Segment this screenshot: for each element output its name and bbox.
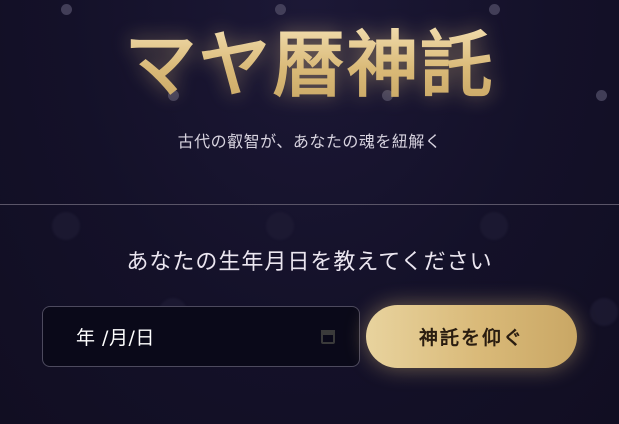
birthdate-input[interactable]: 年 /月/日 xyxy=(42,306,360,367)
star-dot xyxy=(266,212,294,240)
page-title: マヤ暦神託 xyxy=(0,22,619,108)
birthdate-prompt: あなたの生年月日を教えてください xyxy=(126,250,493,275)
star-dot xyxy=(52,212,80,240)
page-subtitle: 古代の叡智が、あなたの魂を紐解く xyxy=(177,132,442,151)
calendar-icon[interactable] xyxy=(321,329,335,344)
section-divider xyxy=(0,204,619,205)
star-dot xyxy=(590,298,618,326)
submit-oracle-button[interactable]: 神託を仰ぐ xyxy=(366,305,577,368)
hero-header: マヤ暦神託 古代の叡智が、あなたの魂を紐解く xyxy=(0,0,619,204)
birthdate-input-value: 年 /月/日 xyxy=(76,327,155,349)
page: マヤ暦神託 古代の叡智が、あなたの魂を紐解く あなたの生年月日を教えてください … xyxy=(0,0,619,424)
star-dot xyxy=(480,212,508,240)
